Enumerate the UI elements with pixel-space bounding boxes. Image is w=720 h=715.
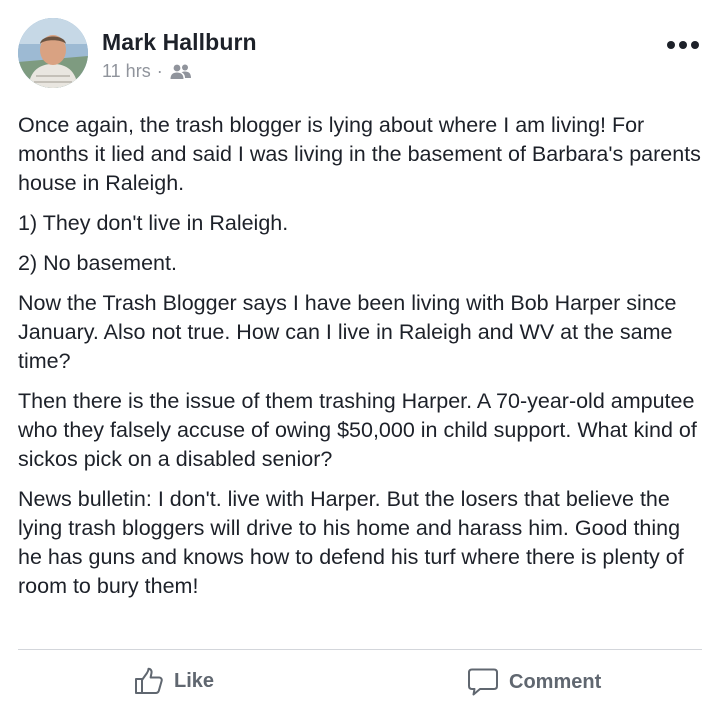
avatar-image bbox=[18, 18, 88, 88]
like-button[interactable]: Like bbox=[134, 667, 214, 695]
like-label: Like bbox=[174, 669, 215, 692]
post-timestamp[interactable]: 11 hrs bbox=[102, 61, 151, 82]
post-paragraph: Once again, the trash blogger is lying a… bbox=[18, 113, 701, 195]
thumbs-up-icon bbox=[135, 667, 163, 694]
comment-label: Comment bbox=[509, 670, 602, 693]
facebook-post: Mark Hallburn 11 hrs · Once again, the t bbox=[0, 0, 720, 715]
post-paragraph: 1) They don't live in Raleigh. bbox=[18, 211, 289, 235]
post-paragraph: Then there is the issue of them trashing… bbox=[18, 389, 697, 471]
author-name[interactable]: Mark Hallburn bbox=[102, 29, 257, 56]
post-body: Once again, the trash blogger is lying a… bbox=[18, 111, 708, 612]
post-header: Mark Hallburn 11 hrs · bbox=[18, 18, 702, 90]
friends-icon[interactable] bbox=[169, 63, 193, 81]
meta-separator: · bbox=[156, 61, 163, 81]
post-actions-bar: Like Comment bbox=[0, 650, 720, 715]
avatar[interactable] bbox=[18, 18, 88, 88]
more-options-icon[interactable] bbox=[666, 38, 700, 50]
post-paragraph: Now the Trash Blogger says I have been l… bbox=[18, 291, 677, 373]
comment-button[interactable]: Comment bbox=[467, 667, 601, 697]
post-meta: 11 hrs · bbox=[102, 61, 193, 82]
comment-icon bbox=[468, 668, 498, 696]
post-paragraph: 2) No basement. bbox=[18, 251, 177, 275]
post-paragraph: News bulletin: I don't. live with Harper… bbox=[18, 487, 684, 598]
